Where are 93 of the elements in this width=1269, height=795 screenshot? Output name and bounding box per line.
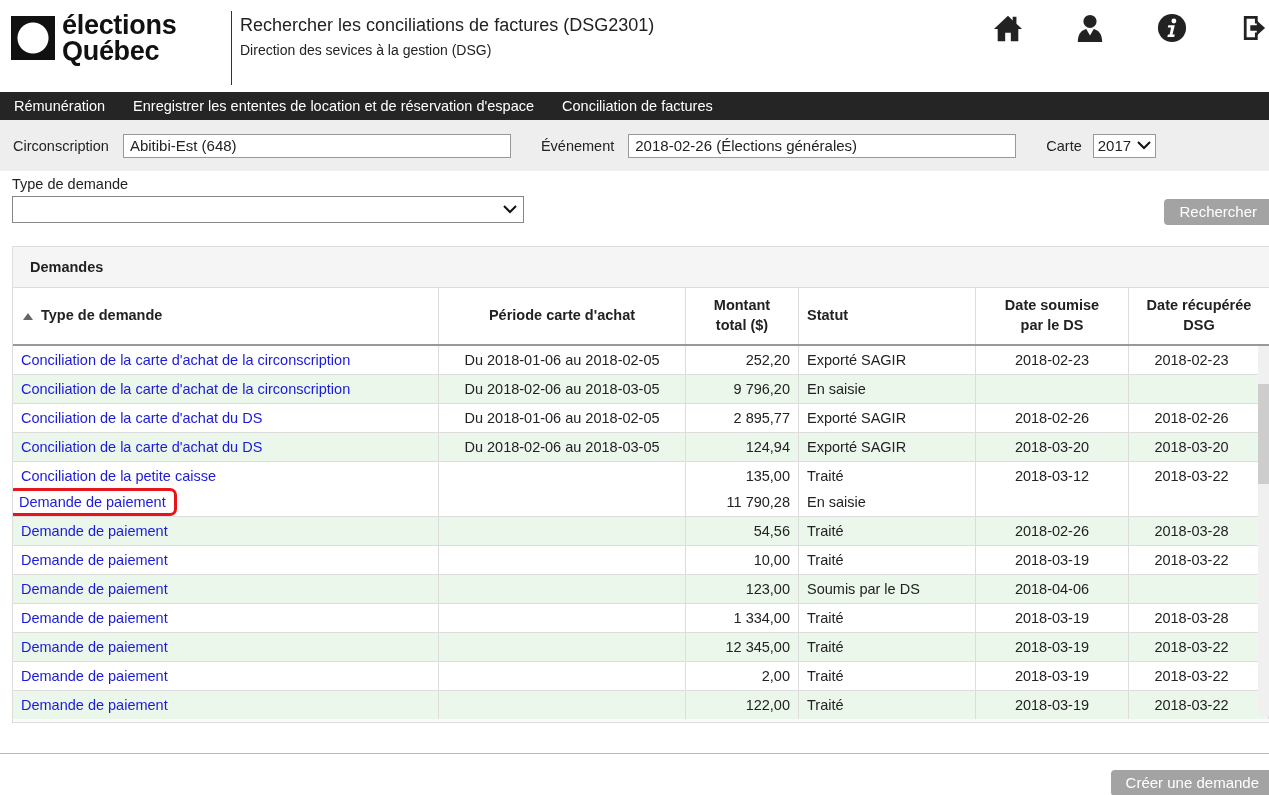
request-link[interactable]: Demande de paiement bbox=[21, 697, 168, 713]
request-link[interactable]: Demande de paiement bbox=[21, 552, 168, 568]
chevron-down-icon bbox=[503, 205, 517, 214]
table-cell: 2018-03-28 bbox=[1154, 610, 1229, 626]
request-link[interactable]: Conciliation de la carte d'achat du DS bbox=[21, 410, 263, 426]
table-cell: Traité bbox=[807, 639, 844, 655]
column-header[interactable]: Type de demande bbox=[13, 288, 439, 344]
table-cell: 2018-03-28 bbox=[1154, 523, 1229, 539]
field-label: Type de demande bbox=[12, 176, 130, 192]
request-link[interactable]: Demande de paiement bbox=[21, 581, 168, 597]
table-cell: Du 2018-01-06 au 2018-02-05 bbox=[464, 410, 660, 426]
table-cell: Traité bbox=[807, 697, 844, 713]
request-link[interactable]: Demande de paiement bbox=[21, 639, 168, 655]
logo-text: Québec bbox=[62, 38, 161, 64]
table-cell: 2018-02-26 bbox=[1014, 523, 1090, 539]
column-header[interactable]: Statut bbox=[799, 288, 976, 344]
table-cell: 2018-02-23 bbox=[1014, 352, 1090, 368]
card-year-dropdown[interactable]: 2017 bbox=[1092, 133, 1157, 158]
request-link[interactable]: Demande de paiement bbox=[13, 491, 174, 513]
menu-item[interactable]: Enregistrer les ententes de location et de réservation d'espace bbox=[133, 98, 535, 114]
table-cell: Traité bbox=[807, 468, 844, 484]
menu-item[interactable]: Rémunération bbox=[14, 98, 106, 114]
table-cell: 2018-03-22 bbox=[1154, 668, 1229, 684]
table-cell: 1 334,00 bbox=[733, 610, 790, 626]
logo-icon bbox=[11, 16, 55, 60]
chevron-down-icon bbox=[1137, 141, 1152, 150]
column-header[interactable]: Montant total ($) bbox=[686, 288, 799, 344]
table-cell: Exporté SAGIR bbox=[807, 439, 907, 455]
table-cell: Traité bbox=[807, 610, 844, 626]
table-cell: 12 345,00 bbox=[725, 639, 790, 655]
request-link[interactable]: Conciliation de la petite caisse bbox=[21, 468, 217, 484]
menu-item[interactable]: Conciliation de factures bbox=[562, 98, 713, 114]
info-icon[interactable] bbox=[1157, 12, 1187, 44]
table-cell: 2018-02-26 bbox=[1154, 410, 1229, 426]
table-cell: Du 2018-02-06 au 2018-03-05 bbox=[464, 381, 660, 397]
table-cell: Traité bbox=[807, 552, 844, 568]
table-cell: Du 2018-01-06 au 2018-02-05 bbox=[464, 352, 660, 368]
table-cell: Du 2018-02-06 au 2018-03-05 bbox=[464, 439, 660, 455]
table-cell: 135,00 bbox=[745, 468, 790, 484]
table-cell: 2018-03-19 bbox=[1014, 552, 1090, 568]
table-cell: 2018-03-20 bbox=[1014, 439, 1090, 455]
table-cell: 2018-03-19 bbox=[1014, 639, 1090, 655]
page-title: Rechercher les conciliations de factures (DSG2301) bbox=[240, 15, 655, 36]
request-link[interactable]: Demande de paiement bbox=[21, 668, 168, 684]
table-cell: Soumis par le DS bbox=[807, 581, 920, 597]
table-cell: Exporté SAGIR bbox=[807, 352, 907, 368]
field-label: Événement bbox=[540, 137, 615, 154]
column-header[interactable]: Date soumise par le DS bbox=[976, 288, 1129, 344]
request-link[interactable]: Conciliation de la carte d'achat de la circonscription bbox=[21, 352, 351, 368]
table-cell: 2018-03-19 bbox=[1014, 610, 1090, 626]
request-link[interactable]: Demande de paiement bbox=[21, 523, 168, 539]
table-cell: Exporté SAGIR bbox=[807, 410, 907, 426]
table-cell: 2018-02-26 bbox=[1014, 410, 1090, 426]
table-cell: 123,00 bbox=[745, 581, 790, 597]
table-cell: 2 895,77 bbox=[733, 410, 790, 426]
table-cell: 54,56 bbox=[753, 523, 790, 539]
table-cell: En saisie bbox=[807, 494, 866, 510]
table-cell: 2018-03-22 bbox=[1154, 468, 1229, 484]
table-cell: 9 796,20 bbox=[733, 381, 790, 397]
scrollbar[interactable] bbox=[1258, 346, 1269, 716]
panel-title: Demandes bbox=[13, 247, 1269, 288]
request-link[interactable]: Demande de paiement bbox=[21, 610, 168, 626]
table-cell: 10,00 bbox=[753, 552, 790, 568]
table-cell: 2018-03-19 bbox=[1014, 697, 1090, 713]
table-cell: 11 790,28 bbox=[726, 494, 790, 510]
table-cell: En saisie bbox=[807, 381, 866, 397]
table-cell: 252,20 bbox=[745, 352, 790, 368]
table-cell: 124,94 bbox=[745, 439, 790, 455]
table-cell: 122,00 bbox=[745, 697, 790, 713]
table-cell: 2018-03-20 bbox=[1154, 439, 1229, 455]
request-link[interactable]: Conciliation de la carte d'achat du DS bbox=[21, 439, 263, 455]
scroll-thumb[interactable] bbox=[1258, 384, 1269, 484]
table-cell: 2,00 bbox=[761, 668, 790, 684]
logo-text: élections bbox=[62, 12, 177, 38]
circonscription-field[interactable]: Abitibi-Est (648) bbox=[122, 133, 511, 158]
request-link[interactable]: Conciliation de la carte d'achat de la circonscription bbox=[21, 381, 351, 397]
table-cell: Traité bbox=[807, 668, 844, 684]
user-icon[interactable] bbox=[1075, 12, 1105, 44]
page-subtitle: Direction des sevices à la gestion (DSG) bbox=[240, 42, 493, 58]
table-cell: 2018-03-12 bbox=[1014, 468, 1090, 484]
table-cell: 2018-03-19 bbox=[1014, 668, 1090, 684]
column-header[interactable]: Date récupérée DSG bbox=[1129, 288, 1269, 344]
field-label: Carte bbox=[1046, 137, 1082, 154]
table-cell: 2018-02-23 bbox=[1154, 352, 1229, 368]
table-cell: Traité bbox=[807, 523, 844, 539]
request-type-dropdown[interactable] bbox=[12, 196, 524, 223]
table-cell: 2018-04-06 bbox=[1014, 581, 1090, 597]
event-field[interactable]: 2018-02-26 (Élections générales) bbox=[628, 133, 1017, 158]
table-cell: 2018-03-22 bbox=[1154, 697, 1229, 713]
table-cell: 2018-03-22 bbox=[1154, 639, 1229, 655]
column-header[interactable]: Période carte d'achat bbox=[439, 288, 686, 344]
table-cell: 2018-03-22 bbox=[1154, 552, 1229, 568]
field-label: Circonscription bbox=[13, 137, 109, 154]
